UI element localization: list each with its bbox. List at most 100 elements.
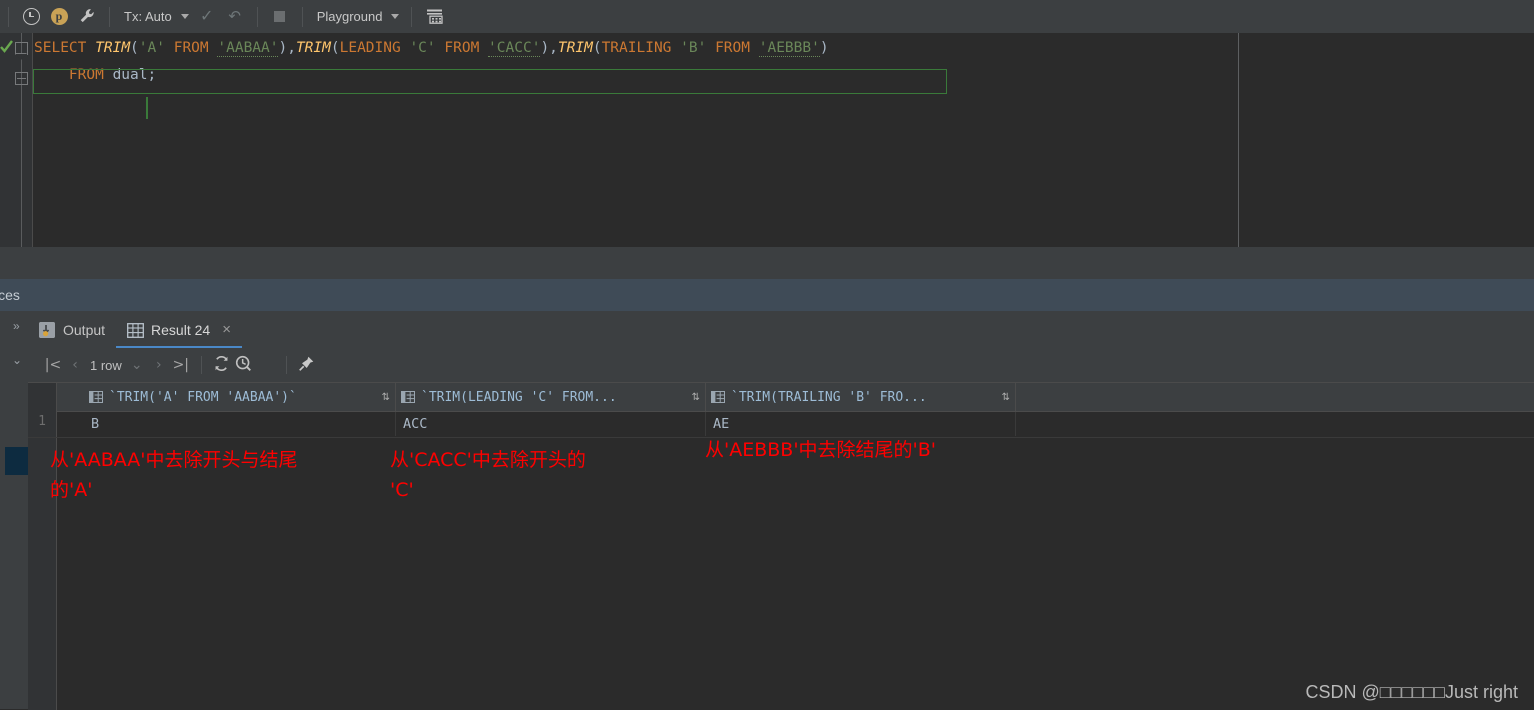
tab-output[interactable]: Output xyxy=(28,311,116,348)
sort-icon[interactable]: ⇅ xyxy=(692,392,700,403)
history-icon-svg xyxy=(236,355,252,371)
right-margin-guide xyxy=(1238,33,1239,247)
cell-r1-c1[interactable]: ACC xyxy=(396,412,706,436)
code-token-1 xyxy=(86,40,95,56)
code-token-15: 'C' xyxy=(409,40,436,56)
text-caret xyxy=(146,97,148,119)
run-check-icon-svg xyxy=(0,40,13,53)
code-token-17: FROM xyxy=(444,40,480,56)
services-tool-window-header[interactable]: vices xyxy=(0,279,1534,311)
column-header-0[interactable]: `TRIM('A' FROM 'AABAA')` ⇅ xyxy=(84,383,396,411)
code-token-4: 'A' xyxy=(138,40,165,56)
prev-page-button[interactable]: ‹ xyxy=(64,357,86,373)
first-page-button[interactable]: |< xyxy=(42,357,64,373)
page-size-dropdown[interactable]: ⌄ xyxy=(126,357,148,373)
code-token-3: dual xyxy=(112,67,148,83)
toolbar-divider-0 xyxy=(8,6,9,27)
column-header-2[interactable]: `TRIM(TRAILING 'B' FRO... ⇅ xyxy=(706,383,1016,411)
result-grid[interactable]: 1 `TRIM('A' FROM 'AABAA')` ⇅ B `TRIM(LEADIN… xyxy=(28,382,1534,710)
schema-selector[interactable]: Playground xyxy=(311,9,404,24)
pin-icon-svg xyxy=(299,356,314,371)
code-line-1: SELECT TRIM('A' FROM 'AABAA'),TRIM(LEADI… xyxy=(34,35,829,62)
pin-icon[interactable] xyxy=(296,355,318,376)
wrench-icon-svg xyxy=(80,9,94,23)
code-token-18 xyxy=(479,40,488,56)
close-icon[interactable]: × xyxy=(222,322,231,337)
wrench-icon[interactable] xyxy=(74,4,100,30)
csdn-watermark: CSDN @□□□□□□Just right xyxy=(1305,682,1518,702)
code-token-23: ( xyxy=(592,40,602,56)
annotation-2: 从'AEBBB'中去除结尾的'B' xyxy=(705,439,937,461)
query-history-icon[interactable] xyxy=(233,355,255,376)
code-token-25 xyxy=(671,40,680,56)
toolbar-divider-2 xyxy=(256,6,258,27)
code-fold-start[interactable] xyxy=(15,42,28,55)
toolwindow-rail: » ⌄ xyxy=(5,311,29,709)
code-token-12: ( xyxy=(330,40,340,56)
statement-highlight-box xyxy=(33,69,947,94)
table-column-icon xyxy=(401,391,415,403)
ide-window: p Tx: Auto ✓ ↶ Playground SELECT TRIM('A… xyxy=(0,0,1534,710)
run-statement-icon[interactable] xyxy=(0,39,14,55)
stop-button[interactable] xyxy=(267,4,293,30)
toolbar-divider-4 xyxy=(411,6,413,27)
rollback-button[interactable]: ↶ xyxy=(222,4,248,30)
cell-r1-c0[interactable]: B xyxy=(84,412,396,436)
last-page-button[interactable]: >| xyxy=(170,357,192,373)
gridbar-divider-1 xyxy=(285,356,287,374)
table-column-icon xyxy=(711,391,725,403)
column-header-label: `TRIM(LEADING 'C' FROM... xyxy=(421,389,617,405)
code-token-6: FROM xyxy=(173,40,209,56)
gutter-guide-line xyxy=(21,33,22,247)
editor-code: SELECT TRIM('A' FROM 'AABAA'),TRIM(LEADI… xyxy=(34,33,829,141)
profiler-p-icon[interactable]: p xyxy=(46,4,72,30)
chevron-down-icon xyxy=(180,14,189,19)
code-token-11: TRIM xyxy=(295,40,331,56)
output-icon xyxy=(39,321,55,338)
table-icon xyxy=(127,322,144,338)
code-token-0: SELECT xyxy=(34,40,87,56)
column-header-label: `TRIM('A' FROM 'AABAA')` xyxy=(109,389,297,405)
main-toolbar: p Tx: Auto ✓ ↶ Playground xyxy=(0,0,1534,33)
code-token-30: 'AEBBB' xyxy=(758,40,820,57)
output-icon-svg xyxy=(39,321,55,338)
tab-output-label: Output xyxy=(63,321,106,338)
code-token-0 xyxy=(34,67,69,83)
code-token-21: , xyxy=(549,40,558,56)
column-header-label: `TRIM(TRAILING 'B' FRO... xyxy=(731,389,927,405)
code-token-5 xyxy=(165,40,174,56)
services-label: vices xyxy=(0,287,20,303)
rail-selected-item[interactable] xyxy=(5,447,28,475)
code-token-13: LEADING xyxy=(339,40,401,56)
sql-editor[interactable]: SELECT TRIM('A' FROM 'AABAA'),TRIM(LEADI… xyxy=(0,33,1534,247)
data-grid-icon[interactable] xyxy=(421,4,447,30)
annotation-1: 从'CACC'中去除开头的 'C' xyxy=(390,449,586,501)
result-grid-toolbar: |< ‹ 1 row ⌄ › >| xyxy=(28,348,1534,382)
editor-bottom-strip xyxy=(0,247,1534,279)
code-token-2 xyxy=(104,67,113,83)
commit-button[interactable]: ✓ xyxy=(194,4,220,30)
code-token-20: ) xyxy=(540,40,550,56)
cell-r1-c2[interactable]: AE xyxy=(706,412,1016,436)
tx-mode-selector[interactable]: Tx: Auto xyxy=(118,9,193,24)
table-column-icon xyxy=(89,391,103,403)
sort-icon[interactable]: ⇅ xyxy=(382,392,390,403)
next-page-button[interactable]: › xyxy=(148,357,170,373)
row-number-1: 1 xyxy=(38,414,46,429)
gridbar-divider-0 xyxy=(200,356,202,374)
refresh-icon[interactable] xyxy=(211,355,233,376)
schema-label: Playground xyxy=(316,9,383,24)
column-header-1[interactable]: `TRIM(LEADING 'C' FROM... ⇅ xyxy=(396,383,706,411)
table-icon-svg xyxy=(127,322,144,338)
code-token-10: , xyxy=(287,40,296,56)
tab-result-24-label: Result 24 xyxy=(151,321,211,338)
sort-icon[interactable]: ⇅ xyxy=(1002,392,1010,403)
code-token-31: ) xyxy=(819,40,829,56)
code-token-26: 'B' xyxy=(680,40,707,56)
code-token-29 xyxy=(750,40,759,56)
clock-icon[interactable] xyxy=(18,4,44,30)
code-token-27 xyxy=(706,40,715,56)
row-count-label: 1 row xyxy=(90,357,122,373)
tab-result-24[interactable]: Result 24 × xyxy=(116,311,242,348)
code-token-9: ) xyxy=(278,40,288,56)
